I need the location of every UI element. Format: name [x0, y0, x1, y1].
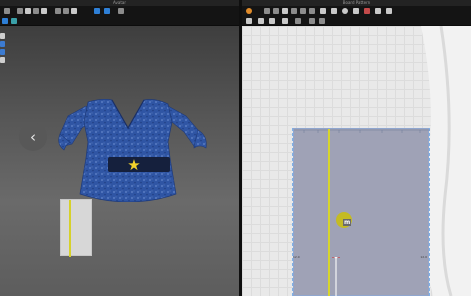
segment-sew-icon[interactable] [282, 18, 288, 24]
grading-icon[interactable] [353, 8, 359, 14]
pattern-edit-icon[interactable] [246, 18, 252, 24]
internal-line-icon[interactable] [295, 18, 301, 24]
rectangle-icon[interactable] [300, 8, 306, 14]
sewing-icon[interactable] [63, 8, 69, 14]
measure-icon[interactable] [55, 8, 61, 14]
layout-icon[interactable] [375, 8, 381, 14]
viewport-side-toolbar [0, 33, 6, 65]
previous-button[interactable]: ‹ [19, 123, 47, 151]
chevron-left-icon: ‹ [30, 128, 36, 146]
guide-right [429, 128, 430, 296]
star-icon: ★ [127, 156, 140, 174]
edit-point-icon[interactable] [264, 8, 270, 14]
move-icon[interactable] [17, 8, 23, 14]
seam-icon[interactable] [342, 8, 348, 14]
grainline [69, 200, 71, 257]
viewport-2d[interactable]: m 12.0 12.0 [242, 26, 471, 296]
pin-marker[interactable]: m [336, 212, 352, 228]
left-edge-label: 12.0 [293, 255, 300, 259]
notch-icon[interactable] [331, 8, 337, 14]
dart-icon[interactable] [320, 8, 326, 14]
window-3d-toolbar-bottom [0, 16, 239, 26]
free-sew-icon[interactable] [269, 18, 275, 24]
grid-toggle-icon[interactable] [11, 18, 17, 24]
window-2d-toolbar-top [242, 6, 471, 16]
window-3d: Avatar ‹ ★ [0, 0, 239, 296]
select-icon[interactable] [4, 8, 10, 14]
fabric-icon[interactable] [0, 33, 5, 39]
curve-icon[interactable] [273, 8, 279, 14]
rotate-icon[interactable] [25, 8, 31, 14]
pin-label: m [343, 219, 352, 226]
polygon-icon[interactable] [291, 8, 297, 14]
window-3d-toolbar-top [0, 6, 239, 16]
app-root: Avatar ‹ ★ Board Pattern m 12.0 12.0 [0, 0, 471, 296]
pattern-ruler [294, 129, 430, 133]
pattern-panel-2d[interactable]: m 12.0 12.0 [293, 128, 430, 296]
button-icon[interactable] [0, 41, 5, 47]
avatar-icon[interactable] [94, 8, 100, 14]
layer-icon[interactable] [0, 49, 5, 55]
export-icon[interactable] [386, 8, 392, 14]
window-2d: Board Pattern m 12.0 12.0 [242, 0, 471, 296]
fold-icon[interactable] [33, 8, 39, 14]
transform-icon[interactable] [246, 8, 252, 14]
circle-icon[interactable] [309, 8, 315, 14]
notch-marker[interactable] [330, 257, 342, 296]
offset-icon[interactable] [319, 18, 325, 24]
pin-icon[interactable] [41, 8, 47, 14]
pattern-piece-3d[interactable] [60, 199, 92, 257]
camera-icon[interactable] [104, 8, 110, 14]
garment-3d[interactable]: ★ [58, 94, 208, 202]
record-icon[interactable] [364, 8, 370, 14]
sew-line-icon[interactable] [258, 18, 264, 24]
settings-icon[interactable] [0, 57, 5, 63]
blouse-body [79, 98, 177, 202]
segment-icon[interactable] [282, 8, 288, 14]
trace-icon[interactable] [309, 18, 315, 24]
right-edge-label: 12.0 [420, 255, 427, 259]
window-2d-toolbar-bottom [242, 16, 471, 26]
simulate-icon[interactable] [71, 8, 77, 14]
display-mode-icon[interactable] [2, 18, 8, 24]
texture-icon[interactable] [118, 8, 124, 14]
